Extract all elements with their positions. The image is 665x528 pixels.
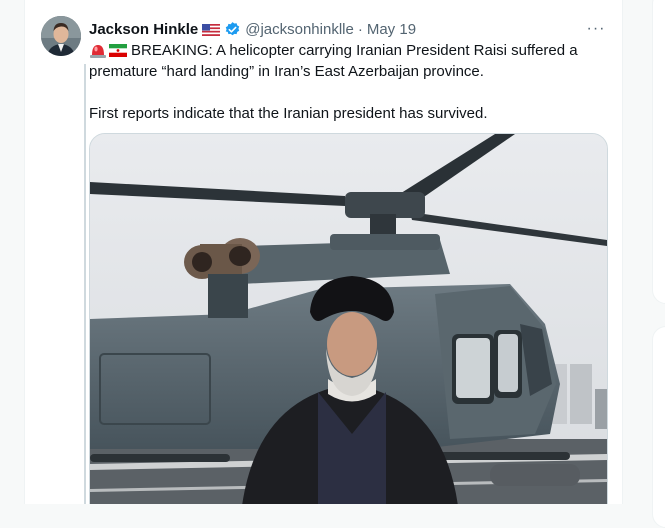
tweet-media-photo[interactable] xyxy=(89,133,608,504)
tweet-date[interactable]: May 19 xyxy=(367,21,416,38)
tweet-text-paragraph-2: First reports indicate that the Iranian … xyxy=(89,105,488,122)
sidebar-card-bottom xyxy=(652,326,665,528)
more-options-icon[interactable]: ··· xyxy=(585,18,607,40)
avatar-image xyxy=(41,16,81,56)
avatar[interactable] xyxy=(41,16,81,56)
tweet-text: BREAKING: A helicopter carrying Iranian … xyxy=(89,40,604,124)
author-handle[interactable]: @jacksonhinklle xyxy=(245,21,354,38)
tweet-header: Jackson Hinkle @jacksonhinklle · May 19 xyxy=(89,19,416,39)
iran-flag-icon xyxy=(109,42,127,57)
verified-badge-icon[interactable] xyxy=(224,21,241,38)
thread-line xyxy=(84,64,86,504)
author-name[interactable]: Jackson Hinkle xyxy=(89,21,198,38)
us-flag-icon xyxy=(202,23,221,36)
tweet-card[interactable]: Jackson Hinkle @jacksonhinklle · May 19 … xyxy=(24,0,623,504)
helicopter-photo xyxy=(90,134,607,504)
alarm-siren-icon xyxy=(89,42,107,58)
separator-dot: · xyxy=(357,20,363,38)
tweet-text-line-1: BREAKING: A helicopter carrying Iranian … xyxy=(89,42,578,80)
tweet-text-paragraph-1: BREAKING: A helicopter carrying Iranian … xyxy=(89,40,604,82)
sidebar-card-top xyxy=(652,0,665,304)
